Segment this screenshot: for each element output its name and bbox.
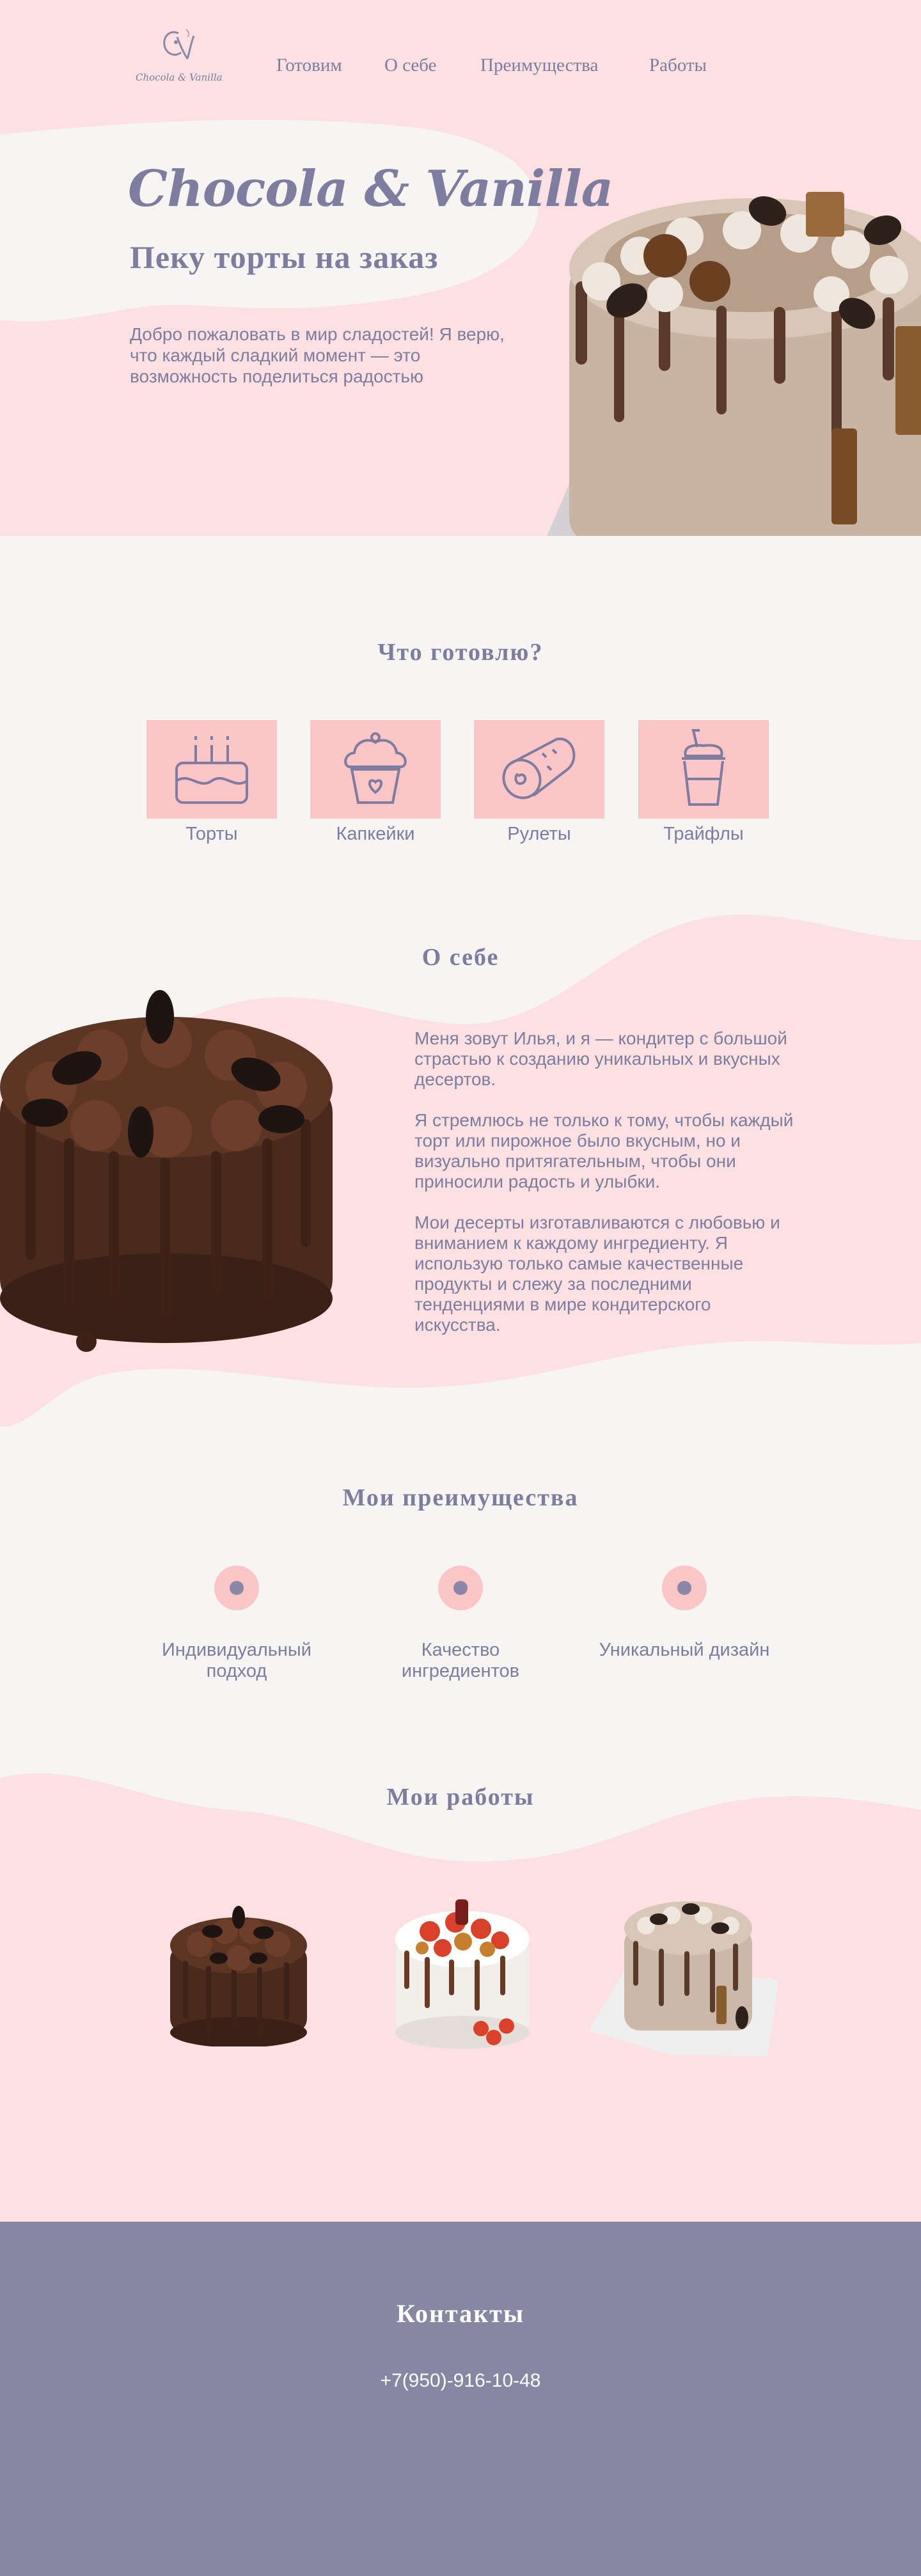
hero-cake-image <box>547 192 921 536</box>
contacts-title: Контакты <box>396 2299 525 2328</box>
logo-text: Chocola & Vanilla <box>136 72 223 83</box>
nav-link-cook[interactable]: Готовим <box>276 55 342 76</box>
hero-subtitle: Пеку торты на заказ <box>130 239 439 275</box>
advantage-item: Качество ингредиентов <box>365 1566 556 1682</box>
advantage-label: Индивидуальный подход <box>162 1640 311 1681</box>
cupcake-icon <box>344 732 407 804</box>
cook-item-label: Капкейки <box>336 824 415 844</box>
cook-item-box <box>310 720 441 819</box>
advantage-item: Уникальный дизайн <box>588 1566 780 1661</box>
about-paragraph: Я стремлюсь не только к тому, чтобы кажд… <box>414 1110 794 1191</box>
hero-text: Добро пожаловать в мир сладостей! Я верю… <box>130 324 505 386</box>
about-text: Меня зовут Илья, и я — кондитер с большо… <box>414 1028 798 1356</box>
cook-item-label: Трайфлы <box>663 824 744 844</box>
about-cake-image <box>0 990 333 1352</box>
work-image-vanilla-cake[interactable] <box>588 1890 779 2056</box>
cook-item-box <box>474 720 604 819</box>
about-paragraph: Мои десерты изготавливаются с любовью и … <box>414 1213 780 1335</box>
cook-item-trifles[interactable]: Трайфлы <box>638 720 769 845</box>
about-section-title: О себе <box>421 944 500 971</box>
work-image-strawberry-cake[interactable] <box>391 1893 533 2053</box>
roll-icon <box>502 737 576 799</box>
work-image-chocolate-cake[interactable] <box>168 1899 310 2046</box>
advantage-dot-icon <box>438 1566 483 1610</box>
nav-link-advantages[interactable]: Преимущества <box>480 55 598 76</box>
advantage-dot-icon <box>662 1566 707 1610</box>
about-paragraph: Меня зовут Илья, и я — кондитер с большо… <box>414 1028 787 1089</box>
cook-item-box <box>146 720 277 819</box>
contacts-phone-link[interactable]: +7(950)-916-10-48 <box>0 2370 921 2392</box>
advantage-dot-icon <box>214 1566 259 1610</box>
contacts-section: Контакты +7(950)-916-10-48 <box>0 2222 921 2576</box>
logo-monogram-icon <box>163 29 195 59</box>
cook-item-rolls[interactable]: Рулеты <box>474 720 604 845</box>
trifle-icon <box>682 729 725 806</box>
nav-link-about[interactable]: О себе <box>384 55 437 76</box>
nav-link-works[interactable]: Работы <box>649 55 707 76</box>
cake-icon <box>175 736 248 804</box>
advantage-label: Уникальный дизайн <box>599 1640 770 1660</box>
advantages-section-title: Мои преимущества <box>342 1484 579 1511</box>
cook-item-label: Торты <box>185 824 238 844</box>
hero-section: Chocola & Vanilla Готовим О себе Преимущ… <box>0 0 921 536</box>
advantage-item: Индивидуальный подход <box>141 1566 333 1682</box>
works-section-title: Мои работы <box>386 1784 535 1810</box>
advantage-label: Качество ингредиентов <box>401 1640 520 1681</box>
cook-item-box <box>638 720 769 819</box>
cook-section-title: Что готовлю? <box>377 639 544 666</box>
cook-item-label: Рулеты <box>507 824 571 844</box>
cook-item-cakes[interactable]: Торты <box>146 720 277 845</box>
cook-item-cupcakes[interactable]: Капкейки <box>310 720 441 845</box>
brand-logo[interactable]: Chocola & Vanilla <box>136 23 223 98</box>
